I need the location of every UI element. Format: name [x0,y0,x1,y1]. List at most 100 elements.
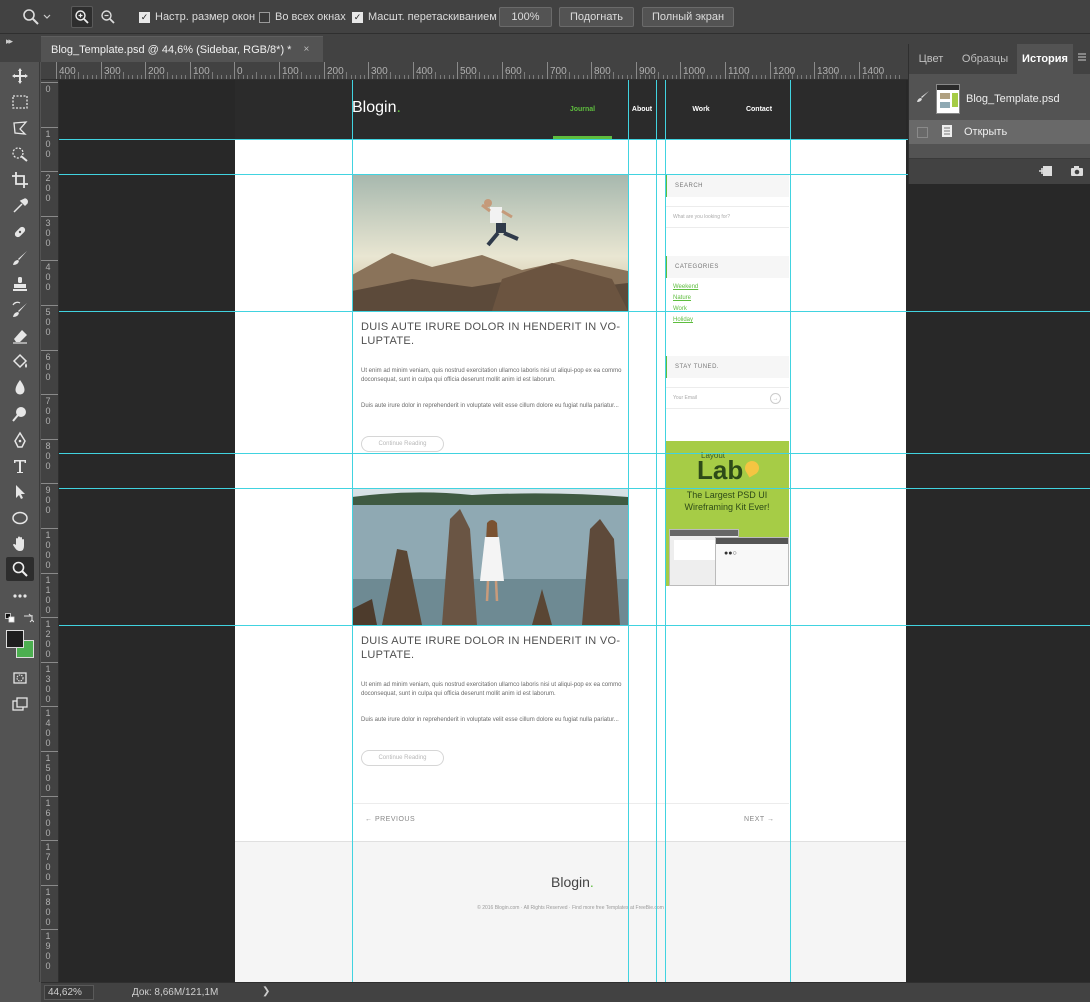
move-tool-icon[interactable] [6,64,34,88]
category-link[interactable]: Weekend [673,284,698,290]
ruler-minor-tick [158,75,159,79]
camera-icon[interactable] [1070,164,1084,181]
foreground-color-swatch[interactable] [6,630,24,648]
ruler-minor-tick [689,75,690,79]
ellipse-tool-icon[interactable] [6,506,34,530]
paint-bucket-tool-icon[interactable] [6,350,34,374]
stamp-tool-icon[interactable] [6,272,34,296]
pen-tool-icon[interactable] [6,428,34,452]
marquee-tool-icon[interactable] [6,90,34,114]
fit-screen-button[interactable]: Подогнать [559,7,634,27]
sidebar-email-input[interactable]: Your Email → [665,387,789,409]
zoom-level-field[interactable]: 44,62% [44,985,94,1000]
post-title[interactable]: DUIS AUTE IRURE DOLOR IN HENDERIT IN VO-… [361,634,621,662]
scrubby-zoom-checkbox[interactable]: ✓ Масшт. перетаскиванием [352,8,497,26]
ruler-minor-tick [609,75,610,79]
guide-vertical[interactable] [352,80,353,982]
guide-horizontal[interactable] [59,453,1090,454]
history-brush-source-icon[interactable] [916,90,930,107]
guide-horizontal[interactable] [59,488,1090,489]
blur-tool-icon[interactable] [6,376,34,400]
document-tab[interactable]: Blog_Template.psd @ 44,6% (Sidebar, RGB/… [41,36,323,62]
nav-journal[interactable]: Journal [553,80,612,139]
guide-vertical[interactable] [628,80,629,982]
ruler-minor-tick [645,75,646,79]
collapse-toolbox-icon[interactable]: ▸▸ [6,36,13,47]
screen-mode-icon[interactable] [6,692,34,716]
nav-about[interactable]: About [628,80,656,139]
zoom-in-icon[interactable] [71,6,93,28]
history-state-open[interactable]: Открыть [909,120,1090,144]
tab-history[interactable]: История [1017,44,1073,74]
document-canvas[interactable]: Blogin. Journal About Work Contact DUIS … [235,80,906,982]
guide-horizontal[interactable] [59,311,1090,312]
ruler-minor-tick [538,75,539,79]
guide-vertical[interactable] [656,80,657,982]
nav-contact[interactable]: Contact [738,80,780,139]
ruler-minor-tick [863,75,864,79]
ruler-minor-tick [640,75,641,79]
post-title[interactable]: DUIS AUTE IRURE DOLOR IN HENDERIT IN VO-… [361,320,621,348]
zoom-out-icon[interactable] [97,6,119,28]
default-colors-icon[interactable] [5,613,15,623]
tab-swatches[interactable]: Образцы [953,44,1017,74]
ad-screenshot: ●●○ [715,537,789,586]
zoom-tool-preset-icon[interactable] [20,6,42,28]
status-menu-arrow-icon[interactable]: ❯ [262,986,270,997]
sidebar-ad-banner[interactable]: Layout Lab The Largest PSD UI Wireframin… [665,441,789,586]
nav-work[interactable]: Work [680,80,722,139]
path-selection-tool-icon[interactable] [6,480,34,504]
close-icon[interactable]: × [303,44,309,55]
tab-color[interactable]: Цвет [909,44,953,74]
lasso-tool-icon[interactable] [6,116,34,140]
resize-windows-checkbox[interactable]: ✓ Настр. размер окон [139,8,255,26]
history-snapshot[interactable]: Blog_Template.psd [909,78,1090,120]
guide-vertical[interactable] [665,80,666,982]
ruler-minor-tick [895,75,896,79]
ruler-minor-tick [128,75,129,79]
dodge-tool-icon[interactable] [6,402,34,426]
email-placeholder: Your Email [673,395,697,401]
brush-tool-icon[interactable] [6,246,34,270]
more-tools-icon[interactable] [6,584,34,608]
submit-arrow-icon[interactable]: → [770,393,781,404]
swap-colors-icon[interactable] [22,612,35,624]
zoom-tool-icon[interactable] [6,557,34,581]
ruler-label: 4 0 0 [45,262,51,292]
guide-horizontal[interactable] [59,625,1090,626]
ruler-minor-tick [783,75,784,79]
new-document-from-state-icon[interactable] [1038,164,1054,181]
ad-brand-big: Lab [697,455,744,485]
eyedropper-tool-icon[interactable] [6,194,34,218]
ruler-minor-tick [506,75,507,79]
continue-reading-button[interactable]: Continue Reading [361,750,444,766]
zoom-100-button[interactable]: 100% [499,7,552,27]
ruler-minor-tick [274,75,275,79]
eraser-tool-icon[interactable] [6,324,34,348]
ruler-tick [41,350,58,351]
full-screen-button[interactable]: Полный экран [642,7,734,27]
crop-tool-icon[interactable] [6,168,34,192]
healing-brush-tool-icon[interactable] [6,220,34,244]
history-brush-tool-icon[interactable] [6,298,34,322]
category-link[interactable]: Holiday [673,317,693,323]
next-link[interactable]: NEXT → [744,816,775,823]
canvas-area[interactable]: Blogin. Journal About Work Contact DUIS … [59,80,1090,982]
sidebar-search-input[interactable]: What are you looking for? [665,206,789,228]
ruler-minor-tick [520,75,521,79]
category-link[interactable]: Nature [673,295,691,301]
quick-mask-icon[interactable] [6,666,34,690]
quick-selection-tool-icon[interactable] [6,142,34,166]
continue-reading-button[interactable]: Continue Reading [361,436,444,452]
panel-menu-icon[interactable] [1077,52,1087,65]
post-image-woman-lake [352,489,628,625]
ruler-tick [41,394,58,395]
chevron-down-icon[interactable] [40,6,54,28]
ruler-minor-tick [729,75,730,79]
all-windows-checkbox[interactable]: Во всех окнах [259,8,346,26]
previous-link[interactable]: ← PREVIOUS [365,816,415,823]
history-brush-checkbox-icon[interactable] [917,126,928,138]
hand-tool-icon[interactable] [6,532,34,556]
type-tool-icon[interactable] [6,454,34,478]
guide-vertical[interactable] [790,80,791,982]
